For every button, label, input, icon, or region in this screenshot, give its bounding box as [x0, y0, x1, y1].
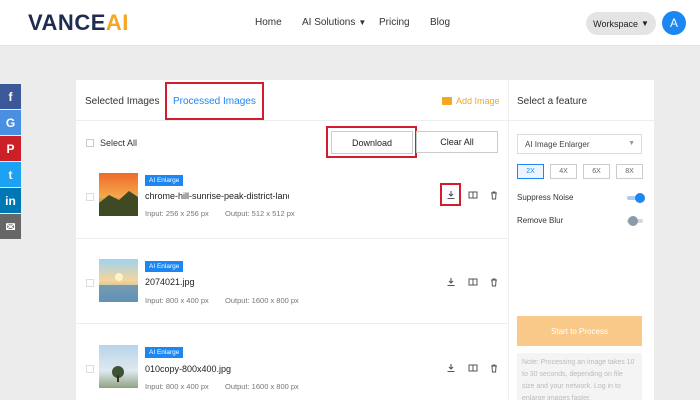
- select-all[interactable]: Select All: [86, 138, 137, 148]
- row-checkbox[interactable]: [86, 365, 94, 373]
- feature-panel-title: Select a feature: [517, 96, 588, 107]
- chevron-down-icon: ▼: [628, 140, 635, 147]
- image-list-panel: [76, 80, 509, 400]
- thumbnail-image[interactable]: [99, 173, 138, 216]
- trash-icon[interactable]: [489, 277, 499, 287]
- facebook-icon[interactable]: f: [0, 84, 21, 109]
- thumbnail-image[interactable]: [99, 345, 138, 388]
- compare-icon[interactable]: [468, 363, 478, 373]
- start-process-button[interactable]: Start to Process: [517, 316, 642, 346]
- caret-down-icon: ▼: [640, 19, 649, 28]
- clear-all-button[interactable]: Clear All: [416, 131, 498, 153]
- avatar[interactable]: A: [662, 11, 686, 35]
- logo-accent: AI: [105, 10, 129, 35]
- scale-6x-button[interactable]: 6X: [583, 164, 610, 179]
- ai-enlarge-badge: AI Enlarge: [145, 175, 184, 186]
- input-size: Input: 800 x 400 px: [145, 382, 209, 391]
- scale-4x-button[interactable]: 4X: [550, 164, 577, 179]
- remove-blur-label: Remove Blur: [517, 216, 564, 225]
- workspace-label: Workspace: [593, 18, 638, 29]
- google-icon[interactable]: G: [0, 110, 21, 135]
- nav-ai-solutions-label: AI Solutions: [302, 17, 356, 28]
- add-image-button[interactable]: Add Image: [442, 96, 500, 106]
- divider: [76, 323, 509, 324]
- workspace-button[interactable]: Workspace ▼: [586, 12, 656, 35]
- input-size: Input: 256 x 256 px: [145, 209, 209, 218]
- output-size: Output: 512 x 512 px: [225, 209, 295, 218]
- select-all-checkbox[interactable]: [86, 139, 94, 147]
- scale-2x-button[interactable]: 2X: [517, 164, 544, 179]
- suppress-noise-toggle[interactable]: [627, 193, 645, 203]
- feature-select[interactable]: AI Image Enlarger ▼: [517, 134, 642, 154]
- remove-blur-toggle[interactable]: [627, 216, 643, 226]
- file-name: 010copy-800x400.jpg: [145, 364, 232, 374]
- select-all-label: Select All: [100, 138, 138, 148]
- processing-note: Note: Processing an image takes 10 to 30…: [517, 353, 642, 400]
- highlight-box: [165, 82, 264, 120]
- suppress-noise-label: Suppress Noise: [517, 193, 574, 202]
- ai-enlarge-badge: AI Enlarge: [145, 347, 184, 358]
- output-size: Output: 1600 x 800 px: [225, 296, 299, 305]
- highlight-box: [326, 126, 417, 158]
- ai-enlarge-badge: AI Enlarge: [145, 261, 184, 272]
- nav-pricing[interactable]: Pricing: [379, 17, 410, 28]
- feature-panel: [509, 80, 654, 400]
- linkedin-icon[interactable]: in: [0, 188, 21, 213]
- file-name: 2074021.jpg: [145, 277, 195, 287]
- folder-icon: [442, 97, 452, 105]
- logo[interactable]: VANCEAI: [28, 10, 129, 36]
- toggle-knob: [628, 216, 638, 226]
- scale-8x-button[interactable]: 8X: [616, 164, 643, 179]
- pinterest-icon[interactable]: P: [0, 136, 21, 161]
- trash-icon[interactable]: [489, 363, 499, 373]
- row-checkbox[interactable]: [86, 193, 94, 201]
- mail-icon[interactable]: ✉: [0, 214, 21, 239]
- download-icon[interactable]: [446, 277, 456, 287]
- divider: [509, 120, 654, 121]
- trash-icon[interactable]: [489, 190, 499, 200]
- twitter-icon[interactable]: t: [0, 162, 21, 187]
- feature-select-value: AI Image Enlarger: [525, 139, 590, 149]
- divider: [76, 238, 509, 239]
- row-checkbox[interactable]: [86, 279, 94, 287]
- output-size: Output: 1600 x 800 px: [225, 382, 299, 391]
- compare-icon[interactable]: [468, 277, 478, 287]
- tab-selected-images[interactable]: Selected Images: [85, 96, 160, 107]
- nav-ai-solutions[interactable]: AI Solutions ▼: [302, 17, 366, 28]
- file-name: chrome-hill-sunrise-peak-district-land: [145, 191, 289, 201]
- download-icon[interactable]: [446, 363, 456, 373]
- add-image-label: Add Image: [456, 96, 500, 106]
- nav-blog[interactable]: Blog: [430, 17, 450, 28]
- caret-down-icon: ▼: [358, 18, 367, 27]
- thumbnail-image[interactable]: [99, 259, 138, 302]
- highlight-box: [440, 183, 461, 206]
- nav-home[interactable]: Home: [255, 17, 282, 28]
- toggle-knob: [635, 193, 645, 203]
- input-size: Input: 800 x 400 px: [145, 296, 209, 305]
- divider: [76, 120, 509, 121]
- compare-icon[interactable]: [468, 190, 478, 200]
- logo-text: VANCE: [28, 10, 106, 35]
